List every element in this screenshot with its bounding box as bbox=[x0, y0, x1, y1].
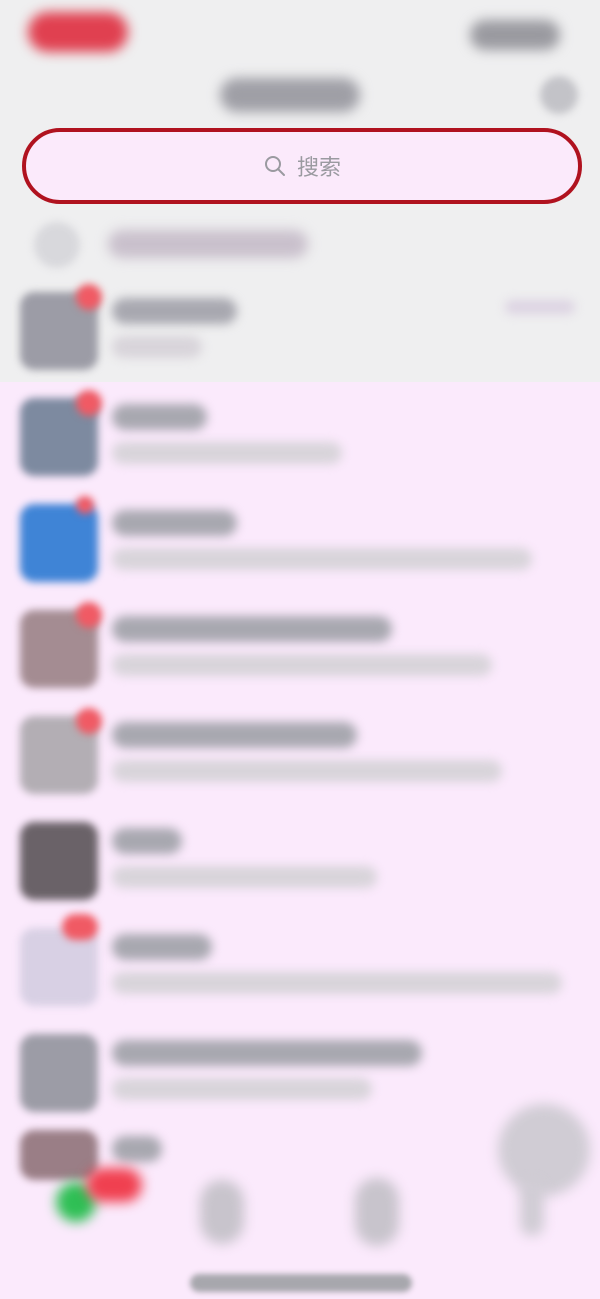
unread-badge bbox=[62, 914, 98, 940]
list-item[interactable] bbox=[0, 494, 600, 600]
avatar bbox=[20, 1130, 98, 1180]
unread-badge bbox=[76, 602, 102, 628]
list-item[interactable] bbox=[0, 706, 600, 812]
list-item-title bbox=[112, 934, 212, 960]
list-item[interactable] bbox=[0, 388, 600, 494]
avatar bbox=[20, 1034, 98, 1112]
list-item-time bbox=[505, 300, 575, 314]
list-item[interactable] bbox=[0, 914, 600, 1024]
list-item-title bbox=[112, 616, 392, 642]
page-title bbox=[220, 78, 360, 112]
list-item-snippet bbox=[112, 866, 377, 888]
list-item-snippet bbox=[112, 1078, 372, 1100]
list-item[interactable] bbox=[0, 812, 600, 918]
list-item-snippet bbox=[112, 654, 492, 676]
status-bar-right bbox=[470, 20, 560, 50]
tab-contacts-icon[interactable] bbox=[200, 1180, 244, 1244]
list-item[interactable] bbox=[0, 600, 600, 706]
floating-action-button[interactable] bbox=[498, 1104, 590, 1196]
avatar bbox=[20, 822, 98, 900]
home-indicator bbox=[190, 1274, 412, 1292]
search-placeholder: 搜索 bbox=[296, 155, 341, 180]
list-item-title bbox=[112, 1136, 162, 1162]
list-item-snippet bbox=[112, 972, 562, 994]
list-item[interactable] bbox=[0, 282, 600, 388]
more-icon[interactable] bbox=[540, 76, 578, 114]
list-item-title bbox=[112, 722, 357, 748]
unread-badge bbox=[76, 284, 102, 310]
list-item-title bbox=[112, 298, 237, 324]
subheader-icon bbox=[34, 222, 80, 268]
unread-badge bbox=[76, 708, 102, 734]
tab-badge bbox=[86, 1168, 142, 1202]
search-bar[interactable]: 搜索 bbox=[22, 128, 582, 204]
unread-badge bbox=[76, 496, 94, 514]
tab-discover-icon[interactable] bbox=[355, 1178, 399, 1246]
avatar bbox=[20, 504, 98, 582]
list-item-title bbox=[112, 828, 182, 854]
list-item-title bbox=[112, 1040, 422, 1066]
search-icon bbox=[263, 154, 287, 178]
list-item-snippet bbox=[112, 760, 502, 782]
subheader-text bbox=[108, 230, 308, 258]
list-item-snippet bbox=[112, 548, 532, 570]
list-item[interactable] bbox=[0, 1024, 600, 1130]
status-bar-left bbox=[28, 12, 128, 52]
list-item-title bbox=[112, 510, 237, 536]
floating-action-button-tail bbox=[520, 1180, 544, 1236]
list-item-snippet bbox=[112, 336, 202, 358]
unread-badge bbox=[76, 390, 102, 416]
list-item-title bbox=[112, 404, 207, 430]
list-item-snippet bbox=[112, 442, 342, 464]
